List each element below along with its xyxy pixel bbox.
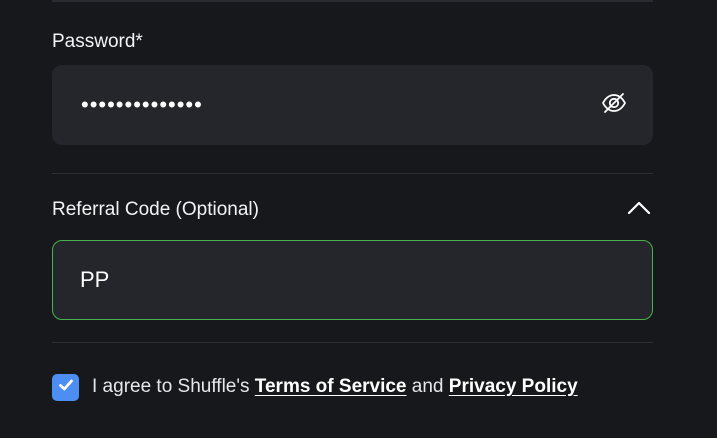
chevron-up-icon bbox=[626, 199, 652, 222]
terms-of-service-link[interactable]: Terms of Service bbox=[255, 376, 407, 397]
terms-agreement-text: I agree to Shuffle's Terms of Service an… bbox=[92, 376, 578, 398]
section-divider bbox=[52, 173, 653, 174]
checkmark-icon bbox=[57, 376, 75, 399]
password-value: •••••••••••••• bbox=[81, 92, 203, 117]
terms-agreement-row: I agree to Shuffle's Terms of Service an… bbox=[52, 373, 578, 401]
password-field[interactable]: •••••••••••••• bbox=[52, 65, 653, 145]
referral-code-value: PP bbox=[80, 267, 110, 292]
referral-code-input[interactable]: PP bbox=[52, 240, 653, 320]
referral-collapse-toggle[interactable] bbox=[626, 200, 652, 220]
referral-code-label: Referral Code (Optional) bbox=[52, 199, 259, 220]
eye-slash-icon bbox=[600, 89, 628, 122]
password-label: Password* bbox=[52, 31, 143, 52]
agreement-middle-text: and bbox=[406, 376, 449, 397]
terms-checkbox[interactable] bbox=[52, 373, 79, 401]
top-divider bbox=[52, 0, 653, 2]
privacy-policy-link[interactable]: Privacy Policy bbox=[449, 376, 578, 397]
agreement-prefix-text: I agree to Shuffle's bbox=[92, 376, 255, 397]
section-divider bbox=[52, 342, 653, 343]
show-password-toggle[interactable] bbox=[599, 90, 629, 120]
